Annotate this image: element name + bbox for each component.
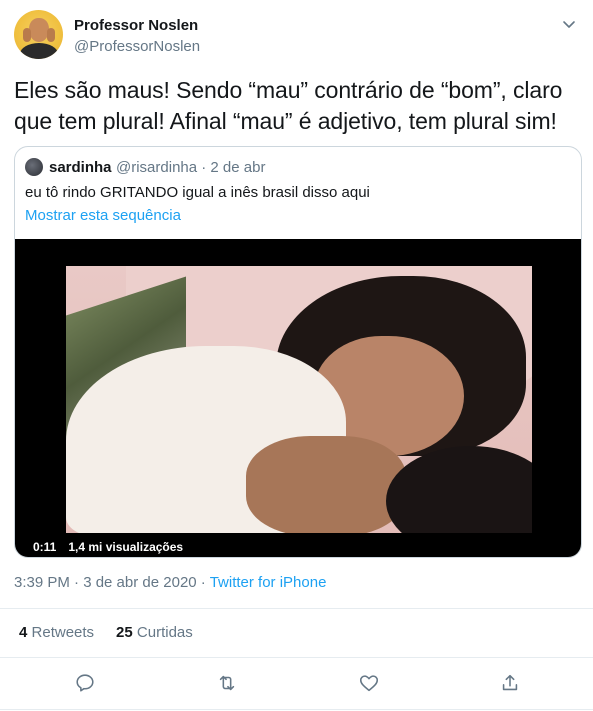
timestamp-text[interactable]: 3:39 PM · 3 de abr de 2020 · bbox=[14, 574, 210, 591]
quoted-tweet[interactable]: sardinha @risardinha · 2 de abr eu tô ri… bbox=[14, 146, 582, 558]
author-avatar[interactable] bbox=[14, 10, 63, 59]
chevron-down-icon[interactable] bbox=[559, 16, 579, 36]
action-bar bbox=[0, 666, 593, 700]
show-thread-link[interactable]: Mostrar esta sequência bbox=[25, 207, 181, 224]
divider bbox=[0, 709, 593, 710]
retweets-count: 4 bbox=[19, 624, 28, 641]
video-duration: 0:11 bbox=[33, 540, 57, 554]
tweet-header: Professor Noslen @ProfessorNoslen bbox=[14, 10, 579, 64]
quoted-text: eu tô rindo GRITANDO igual a inês brasil… bbox=[25, 184, 370, 201]
likes-count: 25 bbox=[116, 624, 133, 641]
quoted-handle-date: @risardinha · 2 de abr bbox=[116, 159, 266, 176]
divider bbox=[0, 608, 593, 609]
reply-icon[interactable] bbox=[72, 670, 98, 696]
video-player[interactable]: 0:11 1,4 mi visualizações bbox=[15, 239, 581, 557]
tweet-text: Eles são maus! Sendo “mau” contrário de … bbox=[14, 77, 563, 134]
quoted-author-name[interactable]: sardinha bbox=[49, 159, 112, 176]
video-frame[interactable] bbox=[66, 266, 532, 533]
source-link[interactable]: Twitter for iPhone bbox=[210, 574, 327, 591]
author-name[interactable]: Professor Noslen bbox=[74, 17, 198, 34]
retweets-stat[interactable]: 4 Retweets bbox=[19, 624, 94, 641]
share-icon[interactable] bbox=[497, 670, 523, 696]
video-info-bar: 0:11 1,4 mi visualizações bbox=[33, 538, 183, 556]
like-icon[interactable] bbox=[356, 670, 382, 696]
retweets-label: Retweets bbox=[31, 624, 95, 641]
tweet-stats: 4 Retweets 25 Curtidas bbox=[19, 624, 193, 641]
author-handle[interactable]: @ProfessorNoslen bbox=[74, 38, 200, 55]
retweet-icon[interactable] bbox=[214, 670, 240, 696]
likes-stat[interactable]: 25 Curtidas bbox=[116, 624, 193, 641]
divider bbox=[0, 657, 593, 658]
video-views: 1,4 mi visualizações bbox=[68, 540, 184, 554]
quoted-avatar[interactable] bbox=[25, 158, 43, 176]
tweet-timestamp: 3:39 PM · 3 de abr de 2020 · Twitter for… bbox=[14, 574, 326, 591]
likes-label: Curtidas bbox=[136, 624, 193, 641]
